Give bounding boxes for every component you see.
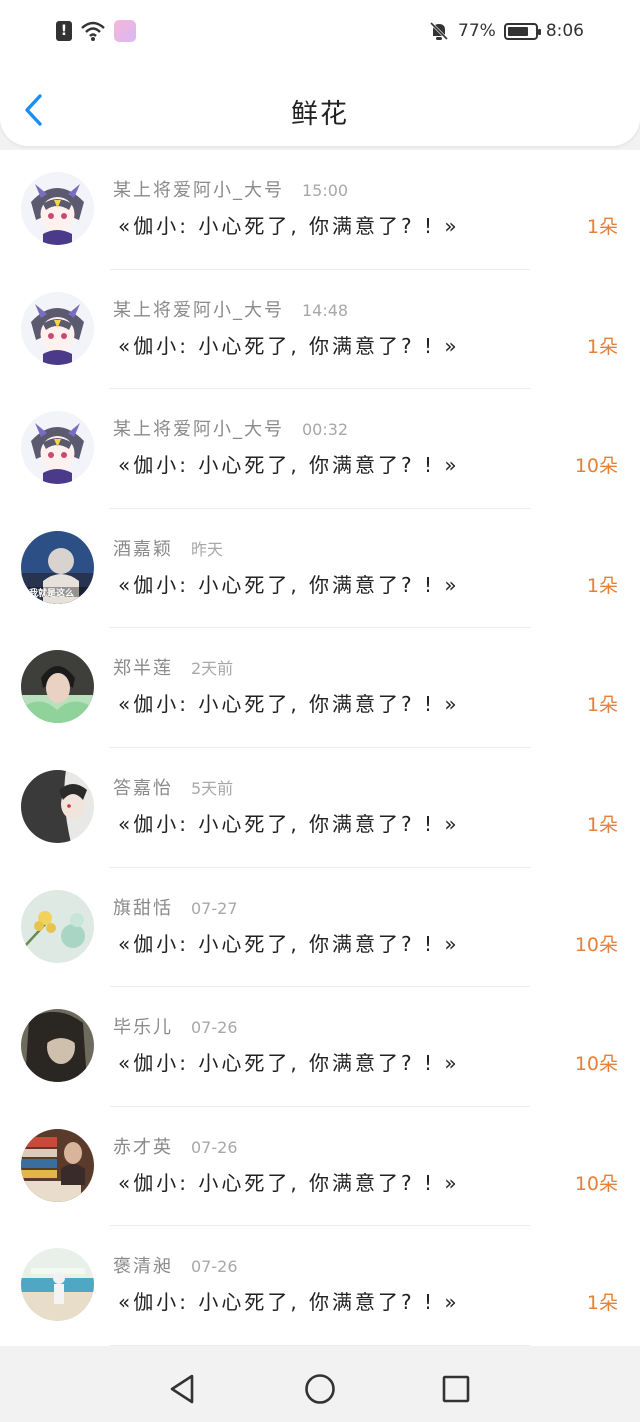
battery-percent: 77% xyxy=(458,21,496,41)
flower-count: 1朵 xyxy=(586,335,618,358)
message-text: «伽小: 小心死了, 你满意了? ! » xyxy=(118,692,460,717)
timestamp: 14:48 xyxy=(302,300,349,320)
flower-count: 10朵 xyxy=(574,455,618,478)
list-item[interactable]: 郑半莲 2天前 «伽小: 小心死了, 你满意了? ! » 1朵 xyxy=(0,628,640,748)
sender-name[interactable]: 旗甜恬 xyxy=(113,898,173,919)
sender-name[interactable]: 褒清昶 xyxy=(113,1256,173,1277)
alert-icon: ! xyxy=(56,21,72,41)
timestamp: 昨天 xyxy=(191,539,224,559)
sender-line: 赤才英 07-26 xyxy=(113,1133,238,1159)
app-icon xyxy=(114,20,136,42)
system-recent-button[interactable] xyxy=(439,1372,473,1406)
circle-home-icon xyxy=(305,1374,335,1404)
system-nav-bar xyxy=(0,1356,640,1422)
message-text: «伽小: 小心死了, 你满意了? ! » xyxy=(118,1170,460,1195)
list-item[interactable]: 某上将爱阿小_大号 00:32 «伽小: 小心死了, 你满意了? ! » 10朵 xyxy=(0,389,640,509)
list-item[interactable]: 某上将爱阿小_大号 14:48 «伽小: 小心死了, 你满意了? ! » 1朵 xyxy=(0,269,640,390)
page-title: 鲜花 xyxy=(291,99,349,130)
list-item[interactable]: 赤才英 07-26 «伽小: 小心死了, 你满意了? ! » 10朵 xyxy=(0,1106,640,1227)
mute-bell-icon xyxy=(429,21,449,41)
sender-name[interactable]: 郑半莲 xyxy=(113,658,173,679)
message-text: «伽小: 小心死了, 你满意了? ! » xyxy=(118,333,460,358)
system-home-button[interactable] xyxy=(303,1372,337,1406)
timestamp: 07-27 xyxy=(191,898,238,918)
list-item[interactable]: 毕乐儿 07-26 «伽小: 小心死了, 你满意了? ! » 10朵 xyxy=(0,987,640,1107)
sender-name[interactable]: 某上将爱阿小_大号 xyxy=(113,300,284,321)
avatar[interactable]: 我就是这么 xyxy=(21,530,94,604)
message-text: «伽小: 小心死了, 你满意了? ! » xyxy=(118,453,460,478)
sender-line: 毕乐儿 07-26 xyxy=(113,1013,238,1039)
sender-name[interactable]: 某上将爱阿小_大号 xyxy=(113,180,284,201)
list-item[interactable]: 褒清昶 07-26 «伽小: 小心死了, 你满意了? ! » 1朵 xyxy=(0,1226,640,1346)
message-text: «伽小: 小心死了, 你满意了? ! » xyxy=(118,572,460,597)
flower-count: 10朵 xyxy=(574,1053,618,1076)
nav-bar: 鲜花 xyxy=(0,64,640,146)
timestamp: 07-26 xyxy=(191,1018,238,1038)
sender-line: 酒嘉颖 昨天 xyxy=(113,535,223,561)
flower-count: 1朵 xyxy=(586,813,618,836)
avatar[interactable] xyxy=(21,889,94,963)
sender-line: 某上将爱阿小_大号 15:00 xyxy=(113,176,348,202)
system-back-button[interactable] xyxy=(166,1372,200,1406)
avatar[interactable] xyxy=(21,1248,94,1322)
flower-count: 1朵 xyxy=(586,694,618,717)
header-card: ! 77% 8:06 鲜花 xyxy=(0,0,640,146)
triangle-back-icon xyxy=(170,1374,194,1404)
flower-count: 10朵 xyxy=(574,1172,618,1195)
sender-name[interactable]: 酒嘉颖 xyxy=(113,539,173,560)
avatar-caption: 我就是这么 xyxy=(29,588,75,599)
square-recent-icon xyxy=(442,1375,470,1403)
sender-name[interactable]: 赤才英 xyxy=(113,1137,173,1158)
timestamp: 2天前 xyxy=(191,659,234,679)
flower-count: 1朵 xyxy=(586,216,618,238)
status-bar: ! 77% 8:06 xyxy=(0,0,640,64)
list-item[interactable]: 旗甜恬 07-27 «伽小: 小心死了, 你满意了? ! » 10朵 xyxy=(0,867,640,988)
message-text: «伽小: 小心死了, 你满意了? ! » xyxy=(118,1051,460,1076)
timestamp: 15:00 xyxy=(302,181,349,200)
message-text: «伽小: 小心死了, 你满意了? ! » xyxy=(118,214,460,238)
message-text: «伽小: 小心死了, 你满意了? ! » xyxy=(118,811,460,836)
avatar[interactable] xyxy=(21,650,94,724)
list-item[interactable]: 我就是这么 酒嘉颖 昨天 «伽小: 小心死了, 你满意了? ! » 1朵 xyxy=(0,508,640,629)
flower-count: 1朵 xyxy=(586,1292,618,1315)
sender-name[interactable]: 某上将爱阿小_大号 xyxy=(113,419,284,440)
battery-icon xyxy=(503,22,541,40)
list-item[interactable]: 某上将爱阿小_大号 15:00 «伽小: 小心死了, 你满意了? ! » 1朵 xyxy=(0,150,640,270)
timestamp: 5天前 xyxy=(191,778,234,798)
avatar[interactable] xyxy=(21,769,94,843)
avatar[interactable] xyxy=(21,1009,94,1083)
sender-line: 某上将爱阿小_大号 00:32 xyxy=(113,415,348,441)
avatar[interactable] xyxy=(21,291,94,365)
sender-line: 旗甜恬 07-27 xyxy=(113,894,238,920)
wifi-icon xyxy=(81,21,105,41)
flower-list: 某上将爱阿小_大号 15:00 «伽小: 小心死了, 你满意了? ! » 1朵 某上将爱… xyxy=(0,150,640,1346)
sender-line: 某上将爱阿小_大号 14:48 xyxy=(113,296,348,322)
timestamp: 00:32 xyxy=(302,420,349,440)
list-item[interactable]: 答嘉怡 5天前 «伽小: 小心死了, 你满意了? ! » 1朵 xyxy=(0,747,640,868)
message-text: «伽小: 小心死了, 你满意了? ! » xyxy=(118,931,460,956)
avatar[interactable] xyxy=(21,172,94,245)
sender-name[interactable]: 毕乐儿 xyxy=(113,1017,173,1038)
message-text: «伽小: 小心死了, 你满意了? ! » xyxy=(118,1290,460,1315)
flower-count: 1朵 xyxy=(586,574,618,597)
timestamp: 07-26 xyxy=(191,1137,238,1157)
flower-count: 10朵 xyxy=(574,933,618,956)
sender-name[interactable]: 答嘉怡 xyxy=(113,778,173,799)
sender-line: 郑半莲 2天前 xyxy=(113,654,233,680)
clock: 8:06 xyxy=(545,21,584,41)
avatar[interactable] xyxy=(21,1128,94,1202)
timestamp: 07-26 xyxy=(191,1257,238,1277)
sender-line: 褒清昶 07-26 xyxy=(113,1252,238,1278)
sender-line: 答嘉怡 5天前 xyxy=(113,774,233,800)
avatar[interactable] xyxy=(21,411,94,485)
